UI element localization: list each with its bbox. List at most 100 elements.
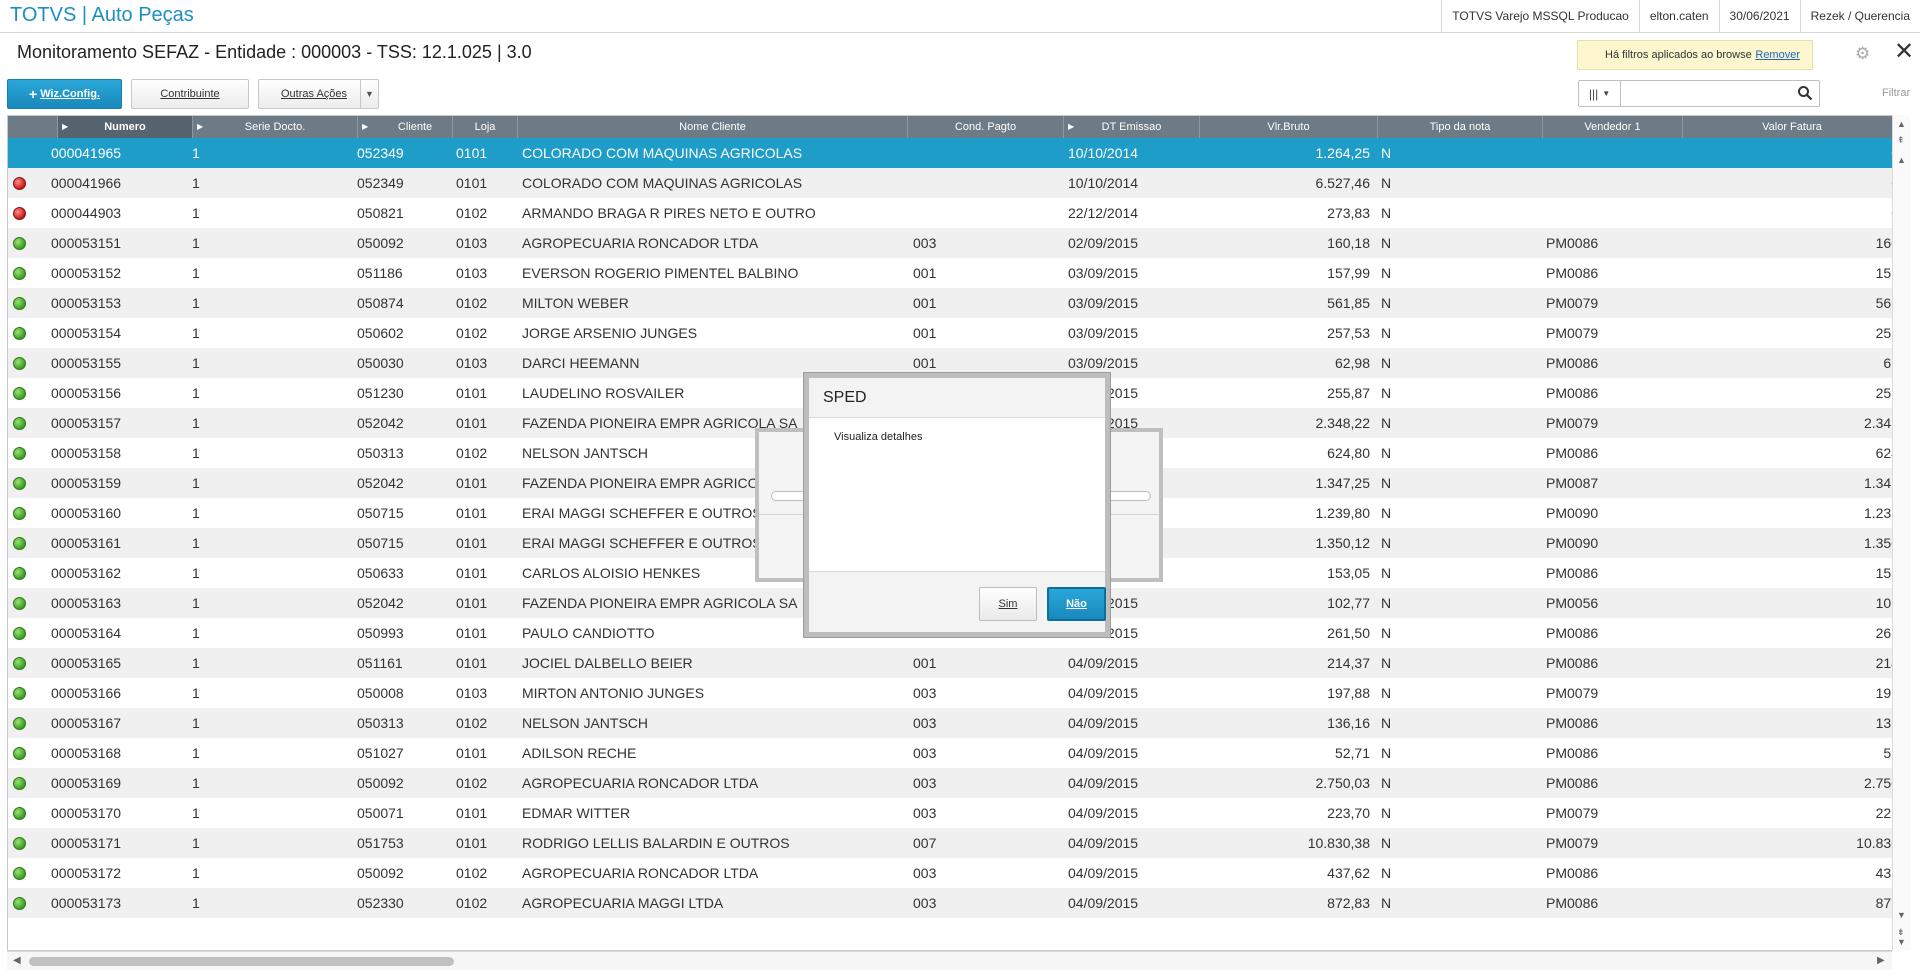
- table-row[interactable]: 000053171 1 051753 0101 RODRIGO LELLIS BALAR…: [8, 828, 1899, 858]
- table-row[interactable]: 000053170 1 050071 0101 EDMAR WITTER 003 04/09…: [8, 798, 1899, 828]
- header-vendedor[interactable]: Vendedor 1: [1543, 116, 1683, 138]
- column-toggle-button[interactable]: ||| ▼: [1579, 81, 1621, 106]
- cell-serie: 1: [192, 325, 200, 341]
- cell-tipo: N: [1381, 625, 1392, 641]
- cell-loja: 0101: [456, 535, 488, 551]
- gear-icon[interactable]: ⚙: [1855, 44, 1870, 64]
- yes-button[interactable]: Sim: [979, 587, 1037, 621]
- cell-nome: AGROPECUARIA RONCADOR LTDA: [522, 865, 759, 881]
- table-row[interactable]: 000053172 1 050092 0102 AGROPECUARIA RONCADO…: [8, 858, 1899, 888]
- status-ok-icon: [13, 387, 26, 400]
- remove-filter-link[interactable]: Remover: [1755, 49, 1800, 61]
- table-row[interactable]: 000041965 1 052349 0101 COLORADO COM MAQUINA…: [8, 138, 1899, 168]
- scroll-up-icon[interactable]: ▲: [1897, 119, 1906, 129]
- grid-header: ▶ Numero ▶ Serie Docto. ▶ Cliente Loja N…: [8, 116, 1899, 138]
- chevron-down-icon[interactable]: ▼: [360, 80, 378, 108]
- close-icon[interactable]: ✕: [1894, 40, 1914, 64]
- status-ok-icon: [13, 267, 26, 280]
- search-input[interactable]: [1625, 83, 1785, 104]
- status-error-icon: [13, 207, 26, 220]
- sort-arrow-icon: ▶: [362, 122, 369, 131]
- horizontal-scrollbar[interactable]: ◀ ▶: [7, 951, 1892, 970]
- scroll-left-icon[interactable]: ◀: [13, 955, 21, 966]
- wiz-config-button[interactable]: + Wiz.Config.: [7, 79, 122, 109]
- cell-loja: 0101: [456, 505, 488, 521]
- cell-numero: 000053163: [51, 595, 122, 611]
- table-row[interactable]: 000053168 1 051027 0101 ADILSON RECHE 003 04/0…: [8, 738, 1899, 768]
- cell-serie: 1: [192, 565, 200, 581]
- table-row[interactable]: 000053169 1 050092 0102 AGROPECUARIA RONCADO…: [8, 768, 1899, 798]
- cell-serie: 1: [192, 145, 200, 161]
- cell-serie: 1: [192, 535, 200, 551]
- status-ok-icon: [13, 837, 26, 850]
- cell-cliente: 050092: [357, 775, 404, 791]
- contribuinte-button[interactable]: Contribuinte: [131, 79, 249, 109]
- search-icon[interactable]: [1797, 85, 1813, 101]
- horizontal-scroll-thumb[interactable]: [29, 957, 454, 966]
- cell-fatura: 157: [1875, 265, 1899, 281]
- header-loja[interactable]: Loja: [453, 116, 518, 138]
- cell-serie: 1: [192, 205, 200, 221]
- cell-loja: 0102: [456, 775, 488, 791]
- status-ok-icon: [13, 297, 26, 310]
- table-row[interactable]: 000053165 1 051161 0101 JOCIEL DALBELLO BEIE…: [8, 648, 1899, 678]
- cell-numero: 000053161: [51, 535, 122, 551]
- scroll-right-icon[interactable]: ▶: [1877, 955, 1885, 966]
- company-label[interactable]: Rezek / Querencia: [1799, 0, 1920, 33]
- table-row[interactable]: 000041966 1 052349 0101 COLORADO COM MAQUINA…: [8, 168, 1899, 198]
- table-row[interactable]: 000053152 1 051186 0103 EVERSON ROGERIO PIME…: [8, 258, 1899, 288]
- table-row[interactable]: 000053151 1 050092 0103 AGROPECUARIA RONCADO…: [8, 228, 1899, 258]
- no-button[interactable]: Não: [1047, 587, 1106, 621]
- header-status[interactable]: [8, 116, 58, 138]
- cell-cliente: 052042: [357, 415, 404, 431]
- cell-loja: 0101: [456, 805, 488, 821]
- scroll-page-up-icon[interactable]: ⇞: [1897, 135, 1905, 146]
- header-cond[interactable]: Cond. Pagto: [908, 116, 1064, 138]
- status-ok-icon: [13, 627, 26, 640]
- cell-dt: 22/12/2014: [1068, 205, 1139, 221]
- table-row[interactable]: 000044903 1 050821 0102 ARMANDO BRAGA R PIRE…: [8, 198, 1899, 228]
- filter-message: Há filtros aplicados ao browse: [1605, 49, 1752, 61]
- table-row[interactable]: 000053166 1 050008 0103 MIRTON ANTONIO JUNGE…: [8, 678, 1899, 708]
- user-label[interactable]: elton.caten: [1638, 0, 1719, 33]
- cell-dt: 03/09/2015: [1068, 295, 1139, 311]
- vertical-scrollbar[interactable]: ▲ ⇞ ▲ ▼ ⇟ ▼: [1892, 115, 1910, 951]
- scroll-up-small-icon[interactable]: ▲: [1897, 155, 1906, 165]
- scroll-down-small-icon[interactable]: ▼: [1897, 910, 1906, 920]
- cell-cliente: 052042: [357, 475, 404, 491]
- cell-vlr: 273,83: [1327, 205, 1370, 221]
- cell-fatura: 2.750: [1863, 775, 1899, 791]
- table-row[interactable]: 000053173 1 052330 0102 AGROPECUARIA MAGGI L…: [8, 888, 1899, 918]
- date-label[interactable]: 30/06/2021: [1718, 0, 1800, 33]
- cell-numero: 000053162: [51, 565, 122, 581]
- table-row[interactable]: 000053167 1 050313 0102 NELSON JANTSCH 003 04/…: [8, 708, 1899, 738]
- cell-tipo: N: [1381, 325, 1392, 341]
- header-numero[interactable]: ▶ Numero: [58, 116, 193, 138]
- cell-vend: PM0086: [1546, 865, 1599, 881]
- cell-vlr: 1.350,12: [1315, 535, 1371, 551]
- environment-label[interactable]: TOTVS Varejo MSSQL Producao: [1441, 0, 1639, 33]
- header-tipo[interactable]: Tipo da nota: [1378, 116, 1543, 138]
- table-row[interactable]: 000053153 1 050874 0102 MILTON WEBER 001 03/09…: [8, 288, 1899, 318]
- cell-tipo: N: [1381, 145, 1392, 161]
- cell-cliente: 050092: [357, 235, 404, 251]
- table-row[interactable]: 000053154 1 050602 0102 JORGE ARSENIO JUNGES…: [8, 318, 1899, 348]
- header-dt[interactable]: ▶ DT Emissao: [1064, 116, 1200, 138]
- filter-banner: Há filtros aplicados ao browse Remover: [1577, 40, 1813, 70]
- cell-dt: 10/10/2014: [1068, 175, 1139, 191]
- cell-cliente: 050313: [357, 715, 404, 731]
- filter-link[interactable]: Filtrar: [1882, 87, 1910, 99]
- header-serie[interactable]: ▶ Serie Docto.: [193, 116, 358, 138]
- cell-serie: 1: [192, 175, 200, 191]
- header-nome[interactable]: Nome Cliente: [518, 116, 908, 138]
- cell-tipo: N: [1381, 715, 1392, 731]
- cell-vlr: 872,83: [1327, 895, 1370, 911]
- header-fatura[interactable]: Valor Fatura: [1683, 116, 1899, 138]
- outras-acoes-button[interactable]: Outras Ações ▼: [258, 79, 379, 109]
- header-cliente[interactable]: ▶ Cliente: [358, 116, 453, 138]
- cell-loja: 0101: [456, 655, 488, 671]
- sort-arrow-icon: ▶: [1068, 122, 1075, 131]
- cell-vend: PM0086: [1546, 235, 1599, 251]
- scroll-down-icon[interactable]: ▼: [1897, 937, 1906, 947]
- header-vlr[interactable]: Vlr.Bruto: [1200, 116, 1378, 138]
